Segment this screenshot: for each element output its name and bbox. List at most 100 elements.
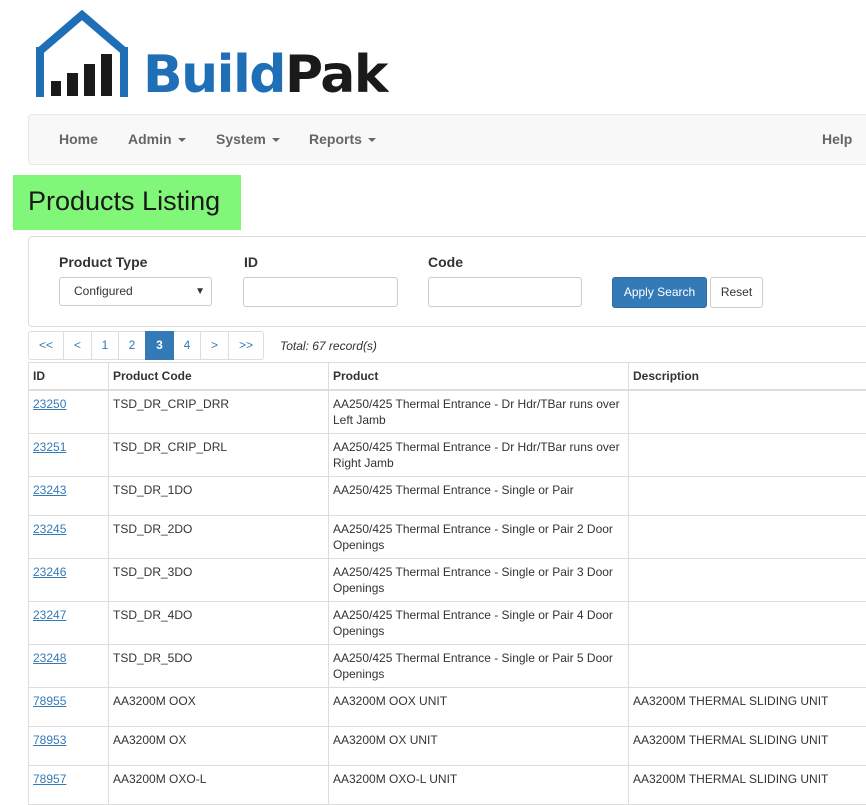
search-filter-panel: Product Type Configured ▼ ID Code Apply … (28, 236, 866, 327)
reset-button[interactable]: Reset (710, 277, 763, 308)
table-row: 23251 TSD_DR_CRIP_DRL AA250/425 Thermal … (29, 434, 866, 477)
product-id-link[interactable]: 23247 (33, 608, 66, 622)
id-input[interactable] (243, 277, 398, 307)
cell-id: 23246 (29, 559, 109, 602)
cell-id: 23248 (29, 645, 109, 688)
nav-help-label: Help (822, 131, 852, 147)
product-type-select[interactable]: Configured ▼ (59, 277, 212, 306)
column-header-id[interactable]: ID (29, 363, 109, 391)
cell-description (629, 390, 866, 434)
caret-down-icon (272, 138, 280, 142)
product-id-link[interactable]: 23251 (33, 440, 66, 454)
cell-id: 23250 (29, 390, 109, 434)
nav-home[interactable]: Home (59, 115, 98, 164)
page-title: Products Listing (13, 175, 241, 230)
cell-description: AA3200M THERMAL SLIDING UNIT (629, 766, 866, 805)
nav-home-label: Home (59, 131, 98, 147)
table-row: 78957 AA3200M OXO-L AA3200M OXO-L UNIT A… (29, 766, 866, 805)
brand-part-pak: Pak (285, 45, 387, 105)
column-header-description[interactable]: Description (629, 363, 866, 391)
cell-product-code: TSD_DR_5DO (109, 645, 329, 688)
nav-system-dropdown[interactable]: System (216, 115, 280, 164)
cell-description: AA3200M THERMAL SLIDING UNIT (629, 688, 866, 727)
cell-description: AA3200M THERMAL SLIDING UNIT (629, 727, 866, 766)
product-id-link[interactable]: 23243 (33, 483, 66, 497)
nav-reports-label: Reports (309, 131, 362, 147)
table-row: 23248 TSD_DR_5DO AA250/425 Thermal Entra… (29, 645, 866, 688)
nav-help[interactable]: Help (822, 115, 852, 164)
cell-product: AA3200M OXO-L UNIT (329, 766, 629, 805)
cell-product: AA250/425 Thermal Entrance - Single or P… (329, 602, 629, 645)
brand-part-build: Build (143, 45, 285, 105)
cell-product-code: TSD_DR_CRIP_DRR (109, 390, 329, 434)
page-prev-button[interactable]: < (63, 331, 92, 360)
nav-admin-dropdown[interactable]: Admin (128, 115, 186, 164)
page-last-button[interactable]: >> (228, 331, 264, 360)
total-records: Total: 67 record(s) (280, 339, 377, 353)
page-1-button[interactable]: 1 (91, 331, 119, 360)
products-table: ID Product Code Product Description 2325… (28, 362, 866, 805)
cell-product: AA250/425 Thermal Entrance - Single or P… (329, 477, 629, 516)
page-2-button[interactable]: 2 (118, 331, 146, 360)
id-label: ID (244, 254, 258, 270)
cell-product: AA250/425 Thermal Entrance - Dr Hdr/TBar… (329, 390, 629, 434)
cell-product-code: AA3200M OX (109, 727, 329, 766)
product-id-link[interactable]: 78957 (33, 772, 66, 786)
column-header-product[interactable]: Product (329, 363, 629, 391)
page-4-button[interactable]: 4 (173, 331, 201, 360)
cell-id: 78957 (29, 766, 109, 805)
product-id-link[interactable]: 23245 (33, 522, 66, 536)
cell-product-code: TSD_DR_3DO (109, 559, 329, 602)
caret-down-icon (368, 138, 376, 142)
product-id-link[interactable]: 78955 (33, 694, 66, 708)
product-id-link[interactable]: 78953 (33, 733, 66, 747)
cell-product: AA250/425 Thermal Entrance - Single or P… (329, 559, 629, 602)
cell-product: AA250/425 Thermal Entrance - Single or P… (329, 645, 629, 688)
cell-id: 78953 (29, 727, 109, 766)
table-row: 23246 TSD_DR_3DO AA250/425 Thermal Entra… (29, 559, 866, 602)
cell-product-code: AA3200M OOX (109, 688, 329, 727)
page-next-button[interactable]: > (200, 331, 229, 360)
cell-id: 23251 (29, 434, 109, 477)
cell-product: AA250/425 Thermal Entrance - Dr Hdr/TBar… (329, 434, 629, 477)
code-input[interactable] (428, 277, 582, 307)
brand-name: BuildPak (143, 45, 387, 105)
brand-logo[interactable]: BuildPak (35, 9, 380, 99)
cell-product-code: AA3200M OXO-L (109, 766, 329, 805)
pagination: << < 1 2 3 4 > >> (28, 331, 264, 360)
apply-search-button[interactable]: Apply Search (612, 277, 707, 308)
cell-description (629, 645, 866, 688)
product-id-link[interactable]: 23248 (33, 651, 66, 665)
cell-description (629, 477, 866, 516)
cell-product: AA3200M OOX UNIT (329, 688, 629, 727)
table-row: 78955 AA3200M OOX AA3200M OOX UNIT AA320… (29, 688, 866, 727)
cell-description (629, 602, 866, 645)
cell-description (629, 559, 866, 602)
cell-product-code: TSD_DR_CRIP_DRL (109, 434, 329, 477)
main-navbar: Home Admin System Reports Help (28, 114, 866, 165)
cell-product: AA3200M OX UNIT (329, 727, 629, 766)
product-type-selected-value: Configured (74, 284, 133, 298)
cell-description (629, 434, 866, 477)
nav-admin-label: Admin (128, 131, 172, 147)
cell-product-code: TSD_DR_2DO (109, 516, 329, 559)
product-id-link[interactable]: 23250 (33, 397, 66, 411)
page-3-button-active[interactable]: 3 (145, 331, 174, 360)
nav-reports-dropdown[interactable]: Reports (309, 115, 376, 164)
table-row: 23250 TSD_DR_CRIP_DRR AA250/425 Thermal … (29, 390, 866, 434)
house-bars-icon (35, 9, 131, 99)
cell-id: 23247 (29, 602, 109, 645)
cell-id: 23243 (29, 477, 109, 516)
table-row: 78953 AA3200M OX AA3200M OX UNIT AA3200M… (29, 727, 866, 766)
cell-product-code: TSD_DR_1DO (109, 477, 329, 516)
table-header-row: ID Product Code Product Description (29, 363, 866, 391)
cell-id: 23245 (29, 516, 109, 559)
table-row: 23243 TSD_DR_1DO AA250/425 Thermal Entra… (29, 477, 866, 516)
cell-product: AA250/425 Thermal Entrance - Single or P… (329, 516, 629, 559)
page-first-button[interactable]: << (28, 331, 64, 360)
column-header-product-code[interactable]: Product Code (109, 363, 329, 391)
product-id-link[interactable]: 23246 (33, 565, 66, 579)
triangle-down-icon: ▼ (195, 278, 205, 305)
cell-product-code: TSD_DR_4DO (109, 602, 329, 645)
code-label: Code (428, 254, 463, 270)
